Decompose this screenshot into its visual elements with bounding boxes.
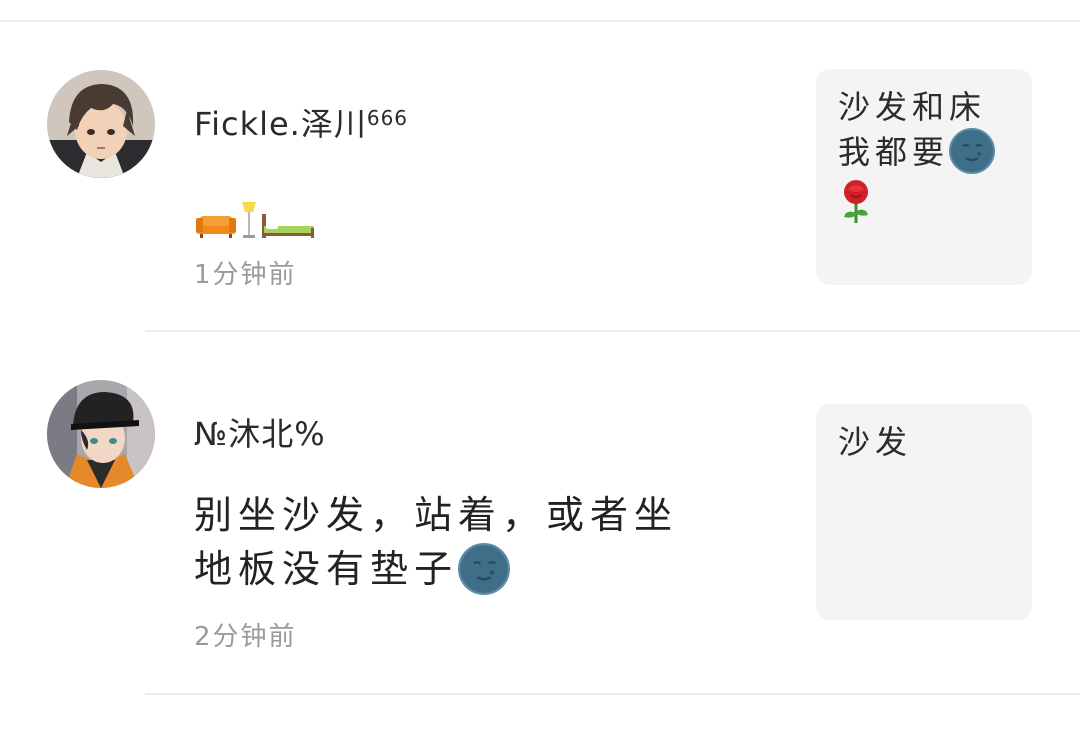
avatar-anime-boy-cap-image	[47, 380, 155, 488]
couch-icon	[196, 215, 236, 238]
rose-icon	[844, 180, 868, 223]
timestamp: 1分钟前	[194, 260, 297, 290]
comment-text-line-2-body: 地板没有垫子	[194, 547, 459, 591]
quoted-post-preview[interactable]: 沙发	[816, 404, 1032, 620]
comment-list-page: Fickle.泽川666 1分钟前 沙发和床我都要 №沐北% 别坐沙发，站着，或…	[0, 0, 1080, 742]
avatar-anime-boy-image	[47, 70, 155, 178]
new-moon-face-icon	[458, 542, 511, 595]
bed-icon	[262, 213, 314, 238]
quoted-post-text: 沙发和床我都要	[838, 85, 1014, 237]
comment-text: 别坐沙发，站着，或者坐 地板没有垫子	[194, 488, 678, 598]
top-divider	[0, 20, 1080, 22]
comment-text-line-2: 地板没有垫子	[194, 542, 678, 598]
avatar[interactable]	[47, 380, 155, 488]
comment-divider	[145, 693, 1080, 695]
username-text: Fickle.泽川	[194, 105, 367, 143]
username[interactable]: Fickle.泽川666	[194, 104, 408, 144]
username[interactable]: №沐北%	[194, 414, 326, 454]
username-text: №沐北%	[194, 415, 326, 453]
floor-lamp-icon	[242, 201, 256, 238]
timestamp: 2分钟前	[194, 622, 297, 652]
comment-divider	[145, 330, 1080, 332]
quoted-post-preview[interactable]: 沙发和床我都要	[816, 69, 1032, 285]
quoted-post-text: 沙发	[838, 423, 913, 461]
avatar[interactable]	[47, 70, 155, 178]
username-suffix: 666	[366, 106, 409, 130]
new-moon-face-icon	[949, 128, 996, 174]
comment-text	[194, 190, 316, 244]
comment-text-line-1: 别坐沙发，站着，或者坐	[194, 493, 679, 537]
